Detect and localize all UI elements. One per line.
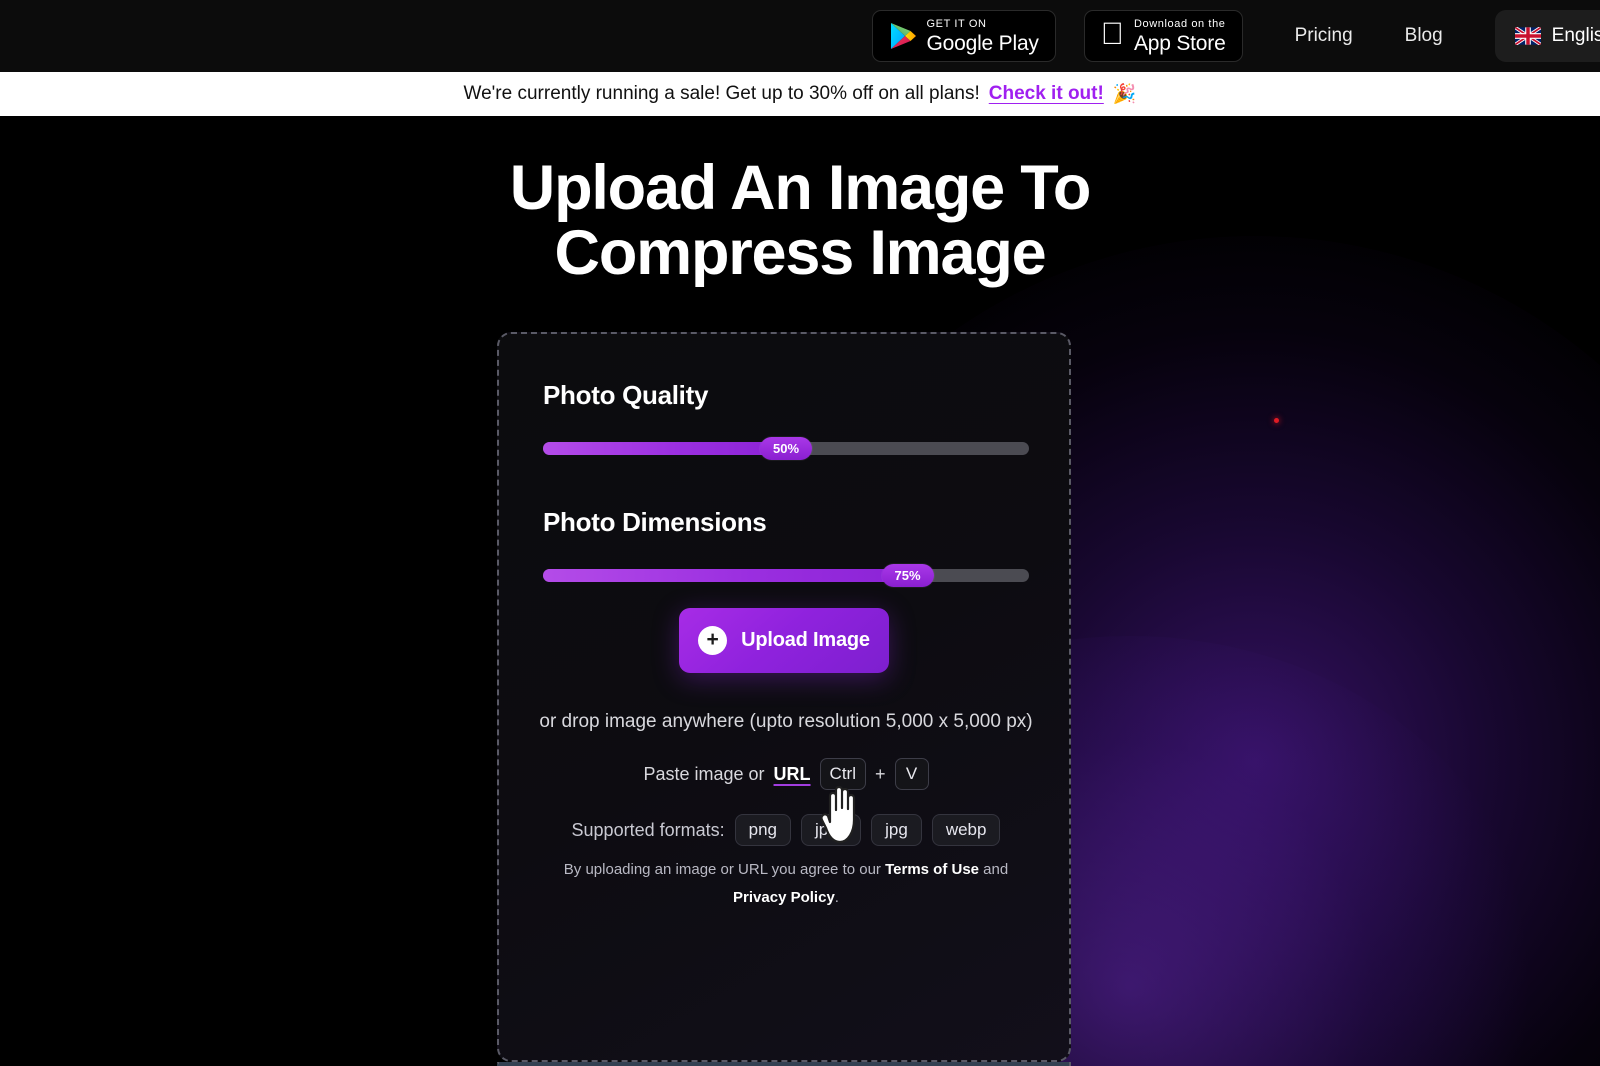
page-title: Upload An Image To Compress Image [0, 156, 1600, 286]
format-chip-jpeg[interactable]: jpeg [801, 814, 862, 846]
supported-formats-row: Supported formats: png jpeg jpg webp [499, 814, 1073, 846]
format-chip-webp[interactable]: webp [931, 814, 1001, 846]
plus-icon: + [698, 626, 728, 655]
google-play-badge-title: Google Play [926, 31, 1039, 55]
early-access-promo: Looking to optimise your images in real … [497, 1062, 1071, 1066]
app-store-badge-subtitle: Download on the [1133, 17, 1226, 30]
paste-url-link[interactable]: URL [774, 764, 811, 785]
format-chip-png[interactable]: png [734, 814, 791, 846]
terms-middle: and [979, 861, 1009, 878]
ctrl-key-badge: Ctrl [819, 758, 866, 790]
page-root: GET IT ON Google Play  Download on the … [0, 0, 1600, 1066]
photo-dimensions-slider-thumb[interactable]: 75% [881, 564, 934, 587]
language-label: English [1551, 25, 1600, 46]
v-key-badge: V [894, 758, 929, 790]
top-navigation-bar: GET IT ON Google Play  Download on the … [0, 0, 1600, 72]
headline-line-1: Upload An Image To [509, 153, 1092, 223]
terms-suffix: . [834, 888, 839, 906]
upload-image-button-label: Upload Image [741, 629, 870, 651]
photo-dimensions-slider-fill [543, 569, 908, 582]
terms-disclaimer: By uploading an image or URL you agree t… [543, 856, 1029, 912]
paste-hint-row: Paste image or URL Ctrl + V [499, 758, 1073, 790]
drop-hint-text: or drop image anywhere (upto resolution … [539, 711, 1033, 732]
nav-link-pricing[interactable]: Pricing [1295, 25, 1353, 47]
headline-line-2: Compress Image [554, 217, 1047, 288]
upload-image-button[interactable]: + Upload Image [679, 608, 889, 673]
supported-formats-label: Supported formats: [571, 819, 725, 840]
photo-quality-slider-thumb[interactable]: 50% [760, 437, 812, 460]
sale-banner-link[interactable]: Check it out! [989, 83, 1104, 105]
terms-prefix: By uploading an image or URL you agree t… [563, 861, 886, 878]
apple-icon:  [1101, 18, 1124, 49]
sale-banner-text: We're currently running a sale! Get up t… [463, 83, 980, 104]
upload-dropzone-card[interactable]: Photo Quality 50% Photo Dimensions 75% +… [497, 332, 1071, 1062]
key-plus-separator: + [875, 763, 886, 784]
google-play-badge[interactable]: GET IT ON Google Play [871, 10, 1056, 62]
terms-of-use-link[interactable]: Terms of Use [885, 861, 979, 878]
uk-flag-icon [1514, 27, 1541, 45]
language-selector[interactable]: English [1494, 10, 1600, 62]
app-store-badge-title: App Store [1133, 31, 1226, 55]
photo-quality-label: Photo Quality [543, 380, 709, 410]
nav-link-blog[interactable]: Blog [1405, 25, 1443, 47]
hero-section: Upload An Image To Compress Image Photo … [0, 116, 1600, 1066]
privacy-policy-link[interactable]: Privacy Policy [733, 889, 835, 906]
photo-quality-slider[interactable]: 50% [543, 437, 1029, 460]
paste-hint-prefix: Paste image or [643, 763, 765, 784]
app-store-badge[interactable]:  Download on the App Store [1083, 10, 1243, 62]
photo-dimensions-slider[interactable]: 75% [543, 564, 1029, 587]
photo-dimensions-label: Photo Dimensions [543, 507, 767, 537]
photo-quality-slider-fill [543, 442, 786, 455]
google-play-icon [889, 21, 917, 51]
google-play-badge-subtitle: GET IT ON [926, 17, 987, 30]
party-popper-icon: 🎉 [1112, 84, 1137, 105]
format-chip-jpg[interactable]: jpg [871, 814, 922, 846]
red-dot-marker [1274, 418, 1279, 423]
sale-banner: We're currently running a sale! Get up t… [0, 72, 1600, 116]
